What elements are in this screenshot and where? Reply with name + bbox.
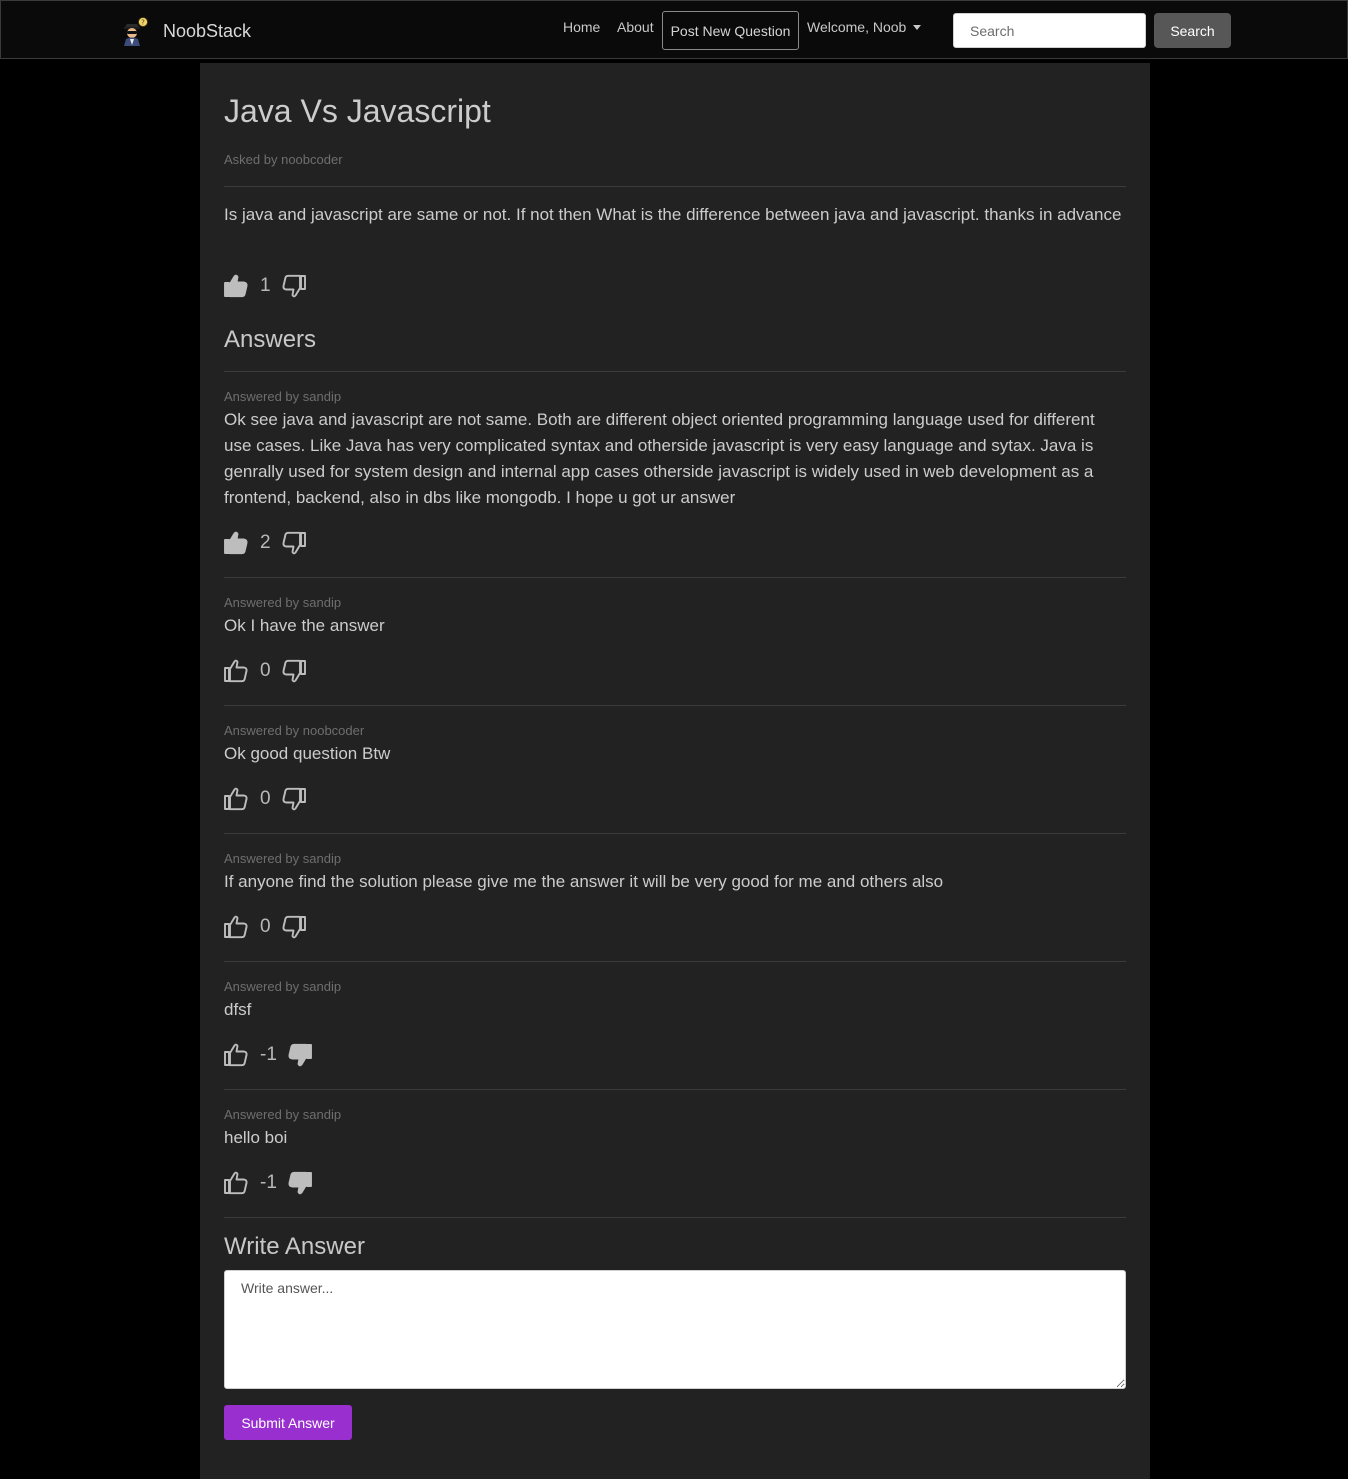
post-new-question-button[interactable]: Post New Question [662,11,799,50]
answer-author: Answered by noobcoder [224,723,365,738]
thumbs-up-icon[interactable] [222,272,250,300]
question-title: Java Vs Javascript [224,93,491,129]
answer-body: Ok I have the answer [224,616,385,635]
answer-author: Answered by sandip [224,595,342,610]
nav-home-link[interactable]: Home [563,19,600,35]
answer-body: hello boi [224,1128,288,1147]
divider [224,833,1126,834]
answer-vote-row: 0 [222,785,308,813]
answer-vote-row: 0 [222,913,308,941]
thumbs-up-icon[interactable] [222,913,250,941]
caret-down-icon [913,25,922,30]
divider [224,371,1126,372]
thumbs-down-icon[interactable] [286,1169,314,1197]
answer-author: Answered by sandip [224,389,342,404]
search-input[interactable] [953,13,1146,48]
question-author: Asked by noobcoder [224,152,343,167]
top-navbar: ? NoobStack Home About Post New Question… [0,0,1348,59]
answer-author: Answered by sandip [224,851,342,866]
answer-body: Ok good question Btw [224,744,391,763]
thumbs-up-icon[interactable] [222,1169,250,1197]
answer-body: dfsf [224,1000,252,1019]
answer-item: Answered by sandip If anyone find the so… [224,851,1126,895]
answer-vote-row: 0 [222,657,308,685]
thumbs-down-icon[interactable] [280,529,308,557]
thumbs-down-icon[interactable] [280,657,308,685]
question-panel: Java Vs Javascript Asked by noobcoder Is… [200,63,1150,1479]
answer-item: Answered by sandip dfsf [224,979,1126,1023]
thumbs-up-icon[interactable] [222,657,250,685]
divider [224,961,1126,962]
submit-answer-button[interactable]: Submit Answer [224,1405,352,1440]
answer-item: Answered by sandip hello boi [224,1107,1126,1151]
thumbs-up-icon[interactable] [222,529,250,557]
divider [224,705,1126,706]
answer-textarea[interactable] [224,1270,1126,1389]
write-answer-heading: Write Answer [224,1233,365,1260]
thumbs-up-icon[interactable] [222,1041,250,1069]
answer-item: Answered by noobcoder Ok good question B… [224,723,1126,767]
answer-vote-row: -1 [222,1041,314,1069]
divider [224,577,1126,578]
vote-count: 0 [260,916,271,937]
user-dropdown-toggle[interactable]: Welcome, Noob [807,19,922,35]
divider [224,1089,1126,1090]
divider [224,1217,1126,1218]
vote-count: 0 [260,788,271,809]
nav-about-link[interactable]: About [617,19,654,35]
question-body: Is java and javascript are same or not. … [224,205,1122,224]
vote-count: 0 [260,660,271,681]
svg-text:?: ? [141,19,145,27]
answer-body: Ok see java and javascript are not same.… [224,410,1095,507]
thumbs-down-icon[interactable] [286,1041,314,1069]
answers-heading: Answers [224,326,317,353]
hacker-avatar-icon: ? [124,17,148,46]
question-vote-row: 1 [222,272,308,300]
thumbs-down-icon[interactable] [280,913,308,941]
vote-count: -1 [260,1044,277,1065]
answer-author: Answered by sandip [224,979,342,994]
brand-name: NoobStack [163,20,252,41]
answer-author: Answered by sandip [224,1107,342,1122]
thumbs-down-icon[interactable] [280,785,308,813]
vote-count: -1 [260,1172,277,1193]
answer-item: Answered by sandip Ok I have the answer [224,595,1126,639]
answer-body: If anyone find the solution please give … [224,872,944,891]
thumbs-up-icon[interactable] [222,785,250,813]
welcome-label: Welcome, Noob [807,19,907,35]
answer-vote-row: 2 [222,529,308,557]
vote-count: 1 [260,275,271,296]
brand-link[interactable]: ? NoobStack [119,15,251,47]
divider [224,186,1126,187]
vote-count: 2 [260,532,271,553]
thumbs-down-icon[interactable] [280,272,308,300]
answer-vote-row: -1 [222,1169,314,1197]
answer-item: Answered by sandip Ok see java and javas… [224,389,1126,511]
search-button[interactable]: Search [1154,13,1231,48]
